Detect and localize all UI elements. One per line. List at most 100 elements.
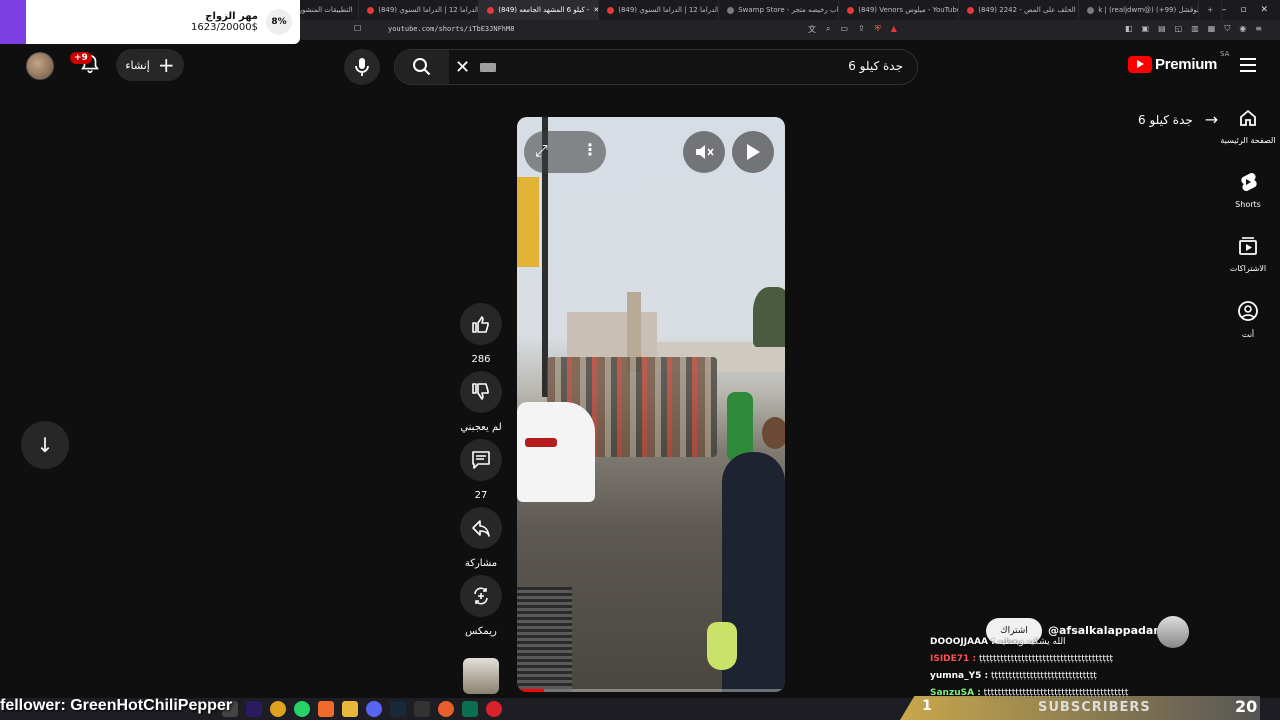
tab-label: التطبيقات المنشورة (294, 6, 353, 14)
arrow-down-icon: ↓ (36, 433, 54, 457)
translate-icon[interactable]: 文 (808, 24, 816, 35)
close-window-icon[interactable]: ✕ (1260, 5, 1268, 15)
brave-shield-icon[interactable]: ⛨ (875, 24, 881, 35)
maximize-icon[interactable]: ▫ (1240, 5, 1246, 15)
xbox-icon[interactable] (462, 701, 478, 717)
comments-action: 27 (459, 439, 503, 501)
video-progress-bar[interactable] (517, 689, 785, 692)
zoom-icon[interactable]: ⌕ (826, 24, 830, 35)
keyboard-icon[interactable] (480, 63, 496, 72)
hamburger-menu-icon[interactable] (1240, 58, 1256, 72)
url-field[interactable]: youtube.com/shorts/iTbE3JNFhM8 (388, 25, 514, 33)
youtube-favicon-icon (607, 6, 615, 14)
subscriptions-icon (1218, 236, 1278, 260)
guide-item-home[interactable]: الصفحة الرئيسية (1218, 108, 1278, 145)
youtube-header: +9 إنشاء + ✕ Premium SA (0, 44, 1280, 88)
goal-amount: 1623/20000$ (191, 22, 258, 33)
next-short-button[interactable]: ↓ (21, 421, 69, 469)
tab-label: (849) كيلو 6 المشهد الجامعه - (498, 6, 590, 14)
browser-tab[interactable]: Swamp Store - العاب رخيصه متجر (719, 0, 840, 20)
vpn-icon[interactable]: ⛉ (1224, 24, 1230, 34)
bookmark-icon[interactable]: ☐ (354, 24, 361, 33)
search-input[interactable] (603, 59, 903, 73)
channel-name[interactable]: @afsalkalappadan (1048, 624, 1161, 637)
chat-line: DOOOJJAAA : الله يشكيه ويعطيه (930, 637, 1260, 654)
sidebar-icon[interactable]: ▥ (1191, 24, 1199, 34)
rewards-icon[interactable]: ▲ (891, 24, 897, 35)
progress-fill (517, 689, 544, 692)
browser-tab-active[interactable]: (849) كيلو 6 المشهد الجامعه - ✕ (479, 0, 600, 20)
avatar[interactable] (26, 52, 54, 80)
like-button[interactable] (460, 303, 502, 345)
muted-speaker-icon (696, 145, 714, 159)
guide-item-subscriptions[interactable]: الاشتراكات (1218, 236, 1278, 273)
browser-tab[interactable]: k | (realjdwm@) على لوفشل (99+) (1079, 0, 1200, 20)
more-options-icon[interactable]: ⋮ (582, 140, 598, 159)
guide-item-you[interactable]: أنت (1218, 300, 1278, 339)
thumbs-down-icon (472, 383, 489, 400)
region-code: SA (1220, 50, 1230, 58)
video-scene-head (762, 417, 785, 449)
profile-icon[interactable]: ◉ (1239, 24, 1246, 34)
premiere-icon[interactable] (246, 701, 262, 717)
file-explorer-icon[interactable] (342, 701, 358, 717)
create-button[interactable]: إنشاء + (116, 49, 184, 81)
mute-button[interactable] (683, 131, 725, 173)
install-icon[interactable]: ▭ (840, 24, 848, 35)
fullscreen-icon[interactable]: ⤢ (535, 141, 548, 161)
search-button[interactable] (395, 50, 449, 84)
chat-line: ISIDE71 : ṭṭṭṭṭṭṭṭṭṭṭṭṭṭṭṭṭṭṭṭṭṭṭṭṭṭṭṭṭṭ… (930, 654, 1260, 671)
share-icon[interactable]: ⇪ (858, 24, 865, 35)
terminal-icon[interactable] (414, 701, 430, 717)
voice-search-button[interactable] (344, 49, 380, 85)
browser-tab[interactable]: (849) الدراما 12 | الدراما السنوي (359, 0, 480, 20)
youtube-favicon-icon (487, 6, 495, 14)
browser-tab[interactable]: (849) اخلاز الدراما 12 | الدراما السنوي (599, 0, 720, 20)
address-actions: 文 ⌕ ▭ ⇪ ⛨ ▲ (808, 24, 897, 35)
extension-icon[interactable]: ◱ (1175, 24, 1183, 34)
clear-search-icon[interactable]: ✕ (455, 57, 470, 78)
shorts-video-player[interactable]: ⤢ ⋮ (517, 117, 785, 692)
chat-message: ṭṭṭṭṭṭṭṭṭṭṭṭṭṭṭṭṭṭṭṭṭṭṭṭṭṭṭṭṭṭṭṭṭṭṭṭṭṭṭṭ… (983, 688, 1129, 698)
chat-user: SanzuSA : (930, 688, 981, 698)
extension-icon[interactable]: ▤ (1158, 24, 1166, 34)
share-button[interactable] (460, 507, 502, 549)
chrome-icon[interactable] (270, 701, 286, 717)
brave-icon[interactable] (318, 701, 334, 717)
youtube-favicon-icon (367, 6, 375, 14)
arrow-right-icon: → (1204, 110, 1219, 129)
breadcrumb-text: جدة كيلو 6 (1138, 112, 1193, 127)
extension-icon[interactable]: ◧ (1125, 24, 1133, 34)
obs-icon[interactable] (486, 701, 502, 717)
comments-button[interactable] (460, 439, 502, 481)
dislike-label: لم يعجبني (460, 422, 502, 433)
browser-tab[interactable]: (849) 2242 - حكم الحلف على المص (959, 0, 1080, 20)
steam-icon[interactable] (390, 701, 406, 717)
chat-user: yumna_Y5 : (930, 671, 989, 681)
play-icon (747, 144, 760, 160)
wallet-icon[interactable]: ▦ (1208, 24, 1216, 34)
browser-tab[interactable]: (849) Venors ميلوس - YouTube (839, 0, 960, 20)
breadcrumb[interactable]: جدة كيلو 6 → (1138, 110, 1218, 129)
play-button[interactable] (732, 131, 774, 173)
shorts-icon (1218, 172, 1278, 196)
discord-icon[interactable] (366, 701, 382, 717)
new-tab-button[interactable]: + (1199, 0, 1222, 20)
plus-icon: + (157, 53, 175, 77)
minimize-icon[interactable]: – (1222, 5, 1227, 15)
dislike-button[interactable] (460, 371, 502, 413)
remix-button[interactable] (460, 575, 502, 617)
guide-item-shorts[interactable]: Shorts (1218, 172, 1278, 209)
youtube-favicon-icon (847, 6, 855, 14)
create-label: إنشاء (125, 58, 150, 72)
youtube-play-icon (1128, 56, 1152, 73)
firefox-icon[interactable] (438, 701, 454, 717)
tab-label: (849) Venors ميلوس - YouTube (858, 6, 960, 14)
logo-text: Premium (1155, 56, 1218, 73)
sound-thumbnail[interactable] (463, 658, 499, 694)
menu-icon[interactable]: ≡ (1255, 24, 1262, 34)
extension-icon[interactable]: ▣ (1142, 24, 1150, 34)
whatsapp-icon[interactable] (294, 701, 310, 717)
youtube-premium-logo[interactable]: Premium SA (1128, 50, 1229, 73)
player-top-left-controls: ⤢ ⋮ (524, 131, 606, 173)
